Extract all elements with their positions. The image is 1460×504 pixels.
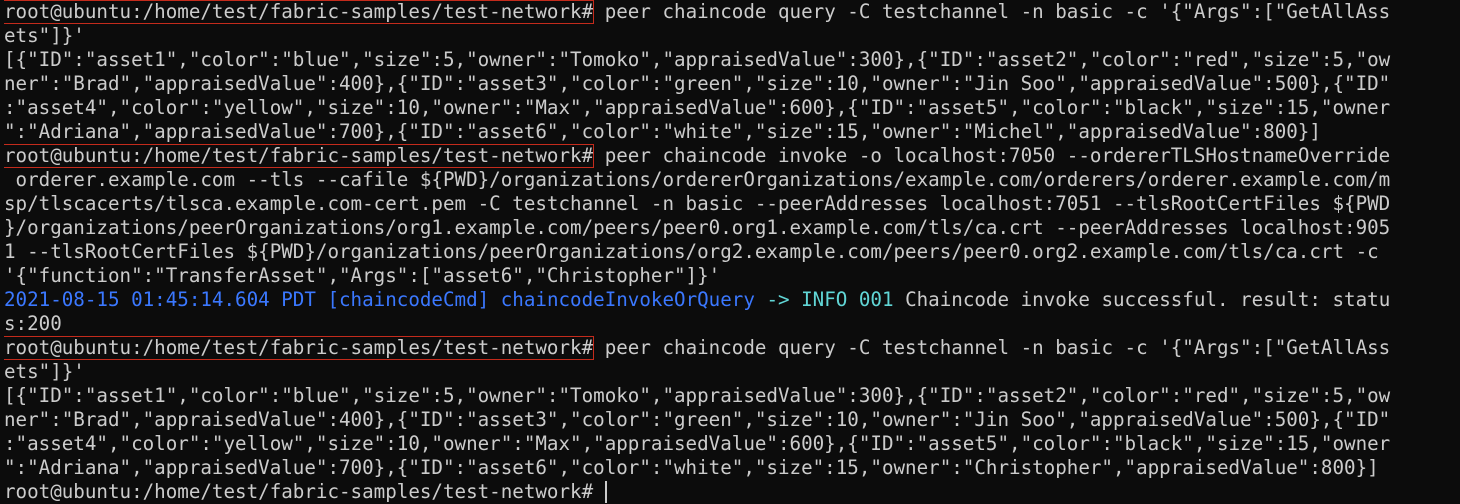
command-query-2: peer chaincode query -C testchannel -n b… xyxy=(593,336,1391,359)
log-level: -> INFO 001 xyxy=(754,288,894,311)
terminal-line-12: '{"function":"TransferAsset","Args":["as… xyxy=(4,264,1460,288)
terminal-line-3: [{"ID":"asset1","color":"blue","size":5,… xyxy=(4,48,1460,72)
command-invoke-wrap: '{"function":"TransferAsset","Args":["as… xyxy=(4,264,721,287)
terminal-line-17: [{"ID":"asset1","color":"blue","size":5,… xyxy=(4,384,1460,408)
query-output-1: ner":"Brad","appraisedValue":400},{"ID":… xyxy=(4,72,1391,95)
query-output-2: :"asset4","color":"yellow","size":10,"ow… xyxy=(4,432,1391,455)
terminal-line-16: ets"]}' xyxy=(4,360,1460,384)
terminal-line-13: 2021-08-15 01:45:14.604 PDT [chaincodeCm… xyxy=(4,288,1460,312)
terminal-line-19: :"asset4","color":"yellow","size":10,"ow… xyxy=(4,432,1460,456)
command-query-2-wrap: ets"]}' xyxy=(4,360,85,383)
terminal-line-14: s:200 xyxy=(4,312,1460,336)
terminal-line-15: root@ubuntu:/home/test/fabric-samples/te… xyxy=(4,336,1460,360)
query-output-1: [{"ID":"asset1","color":"blue","size":5,… xyxy=(4,48,1391,71)
command-query-1: peer chaincode query -C testchannel -n b… xyxy=(593,0,1391,23)
query-output-2: ":"Adriana","appraisedValue":700},{"ID":… xyxy=(4,456,1379,479)
log-timestamp: 2021-08-15 01:45:14.604 PDT xyxy=(4,288,316,311)
terminal-line-5: :"asset4","color":"yellow","size":10,"ow… xyxy=(4,96,1460,120)
text-cursor xyxy=(604,481,607,503)
terminal-line-10: }/organizations/peerOrganizations/org1.e… xyxy=(4,216,1460,240)
log-module-tag: [chaincodeCmd] xyxy=(315,288,490,311)
shell-prompt-highlighted: root@ubuntu:/home/test/fabric-samples/te… xyxy=(4,0,595,24)
query-output-1: ":"Adriana","appraisedValue":700},{"ID":… xyxy=(4,120,1321,143)
query-output-1: :"asset4","color":"yellow","size":10,"ow… xyxy=(4,96,1391,119)
terminal-line-20: ":"Adriana","appraisedValue":700},{"ID":… xyxy=(4,456,1460,480)
log-function-name: chaincodeInvokeOrQuery xyxy=(489,288,755,311)
log-message-wrap: s:200 xyxy=(4,312,62,335)
terminal-line-6: ":"Adriana","appraisedValue":700},{"ID":… xyxy=(4,120,1460,144)
terminal-line-18: ner":"Brad","appraisedValue":400},{"ID":… xyxy=(4,408,1460,432)
shell-prompt-highlighted: root@ubuntu:/home/test/fabric-samples/te… xyxy=(4,336,595,360)
command-input[interactable] xyxy=(593,480,605,503)
query-output-2: ner":"Brad","appraisedValue":400},{"ID":… xyxy=(4,408,1391,431)
terminal-line-2: ets"]}' xyxy=(4,24,1460,48)
command-invoke-wrap: sp/tlscacerts/tlsca.example.com-cert.pem… xyxy=(4,192,1391,215)
command-invoke: peer chaincode invoke -o localhost:7050 … xyxy=(593,144,1391,167)
log-message: Chaincode invoke successful. result: sta… xyxy=(893,288,1391,311)
terminal-line-1: root@ubuntu:/home/test/fabric-samples/te… xyxy=(4,0,1460,24)
terminal-line-11: 1 --tlsRootCertFiles ${PWD}/organization… xyxy=(4,240,1460,264)
command-invoke-wrap: }/organizations/peerOrganizations/org1.e… xyxy=(4,216,1391,239)
terminal-window[interactable]: root@ubuntu:/home/test/fabric-samples/te… xyxy=(0,0,1460,504)
query-output-2: [{"ID":"asset1","color":"blue","size":5,… xyxy=(4,384,1391,407)
terminal-line-4: ner":"Brad","appraisedValue":400},{"ID":… xyxy=(4,72,1460,96)
command-query-1-wrap: ets"]}' xyxy=(4,24,85,47)
command-invoke-wrap: 1 --tlsRootCertFiles ${PWD}/organization… xyxy=(4,240,1379,263)
shell-prompt: root@ubuntu:/home/test/fabric-samples/te… xyxy=(4,480,594,503)
terminal-line-9: sp/tlscacerts/tlsca.example.com-cert.pem… xyxy=(4,192,1460,216)
command-invoke-wrap: orderer.example.com --tls --cafile ${PWD… xyxy=(4,168,1391,191)
terminal-line-7: root@ubuntu:/home/test/fabric-samples/te… xyxy=(4,144,1460,168)
terminal-line-21[interactable]: root@ubuntu:/home/test/fabric-samples/te… xyxy=(4,480,1460,504)
terminal-line-8: orderer.example.com --tls --cafile ${PWD… xyxy=(4,168,1460,192)
shell-prompt-highlighted: root@ubuntu:/home/test/fabric-samples/te… xyxy=(4,144,595,168)
